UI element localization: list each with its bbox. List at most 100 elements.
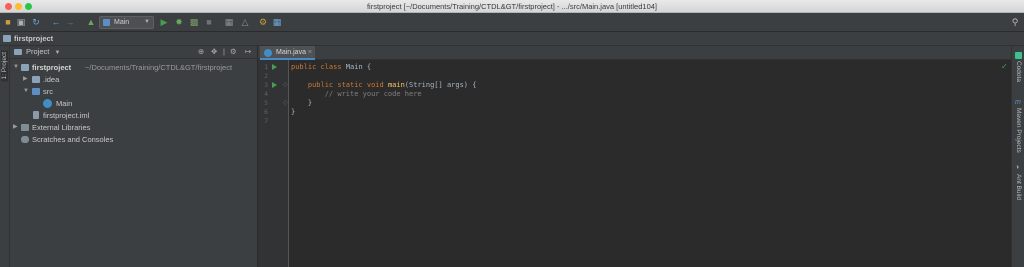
tree-item-main[interactable]: Main: [10, 98, 258, 109]
folder-icon: [32, 76, 40, 83]
tree-item-label: .idea: [43, 75, 60, 84]
project-structure-icon[interactable]: ⚙: [258, 17, 268, 27]
breadcrumb[interactable]: firstproject: [14, 34, 53, 43]
module-folder-icon: [21, 64, 29, 71]
java-class-icon: [43, 99, 52, 108]
inspection-ok-icon[interactable]: ✓: [1001, 62, 1008, 71]
project-view-icon: [14, 49, 22, 55]
tree-item-label: Main: [56, 99, 73, 108]
tree-item-src[interactable]: ▼ src: [10, 86, 258, 97]
fold-icon[interactable]: ◇: [283, 81, 288, 88]
line-number: 6: [264, 108, 268, 116]
zoom-window-icon[interactable]: [25, 3, 32, 10]
java-class-icon: [103, 19, 110, 26]
hide-icon[interactable]: ↦: [245, 46, 251, 58]
collapse-icon[interactable]: ✥: [211, 46, 217, 58]
tree-item-scratches[interactable]: Scratches and Consoles: [10, 134, 258, 145]
title-bar: firstproject [~/Documents/Training/CTDL&…: [0, 0, 1024, 13]
tree-item-label: src: [43, 87, 53, 96]
save-icon[interactable]: ▣: [16, 17, 26, 27]
coverage-icon[interactable]: ▩: [189, 17, 199, 27]
close-icon[interactable]: ×: [308, 46, 312, 59]
project-panel: Project ▼ ⊕ ✥ | ⚙ ↦ ▼ firstproject ~/Doc…: [10, 46, 258, 267]
java-class-icon: [264, 49, 272, 57]
code-line[interactable]: public class Main {: [291, 63, 371, 72]
collapsed-arrow-icon[interactable]: ▶: [13, 122, 19, 133]
forward-icon[interactable]: →: [65, 17, 75, 27]
code-comment[interactable]: // write your code here: [291, 90, 422, 99]
run-gutter-icon[interactable]: [272, 64, 277, 70]
line-number: 4: [264, 90, 268, 98]
divider: |: [223, 47, 225, 56]
search-everywhere-icon[interactable]: ⚲: [1010, 17, 1020, 27]
update-icon[interactable]: △: [240, 17, 250, 27]
tree-root-name: firstproject: [32, 63, 72, 72]
tree-item-idea[interactable]: ▶ .idea: [10, 74, 258, 85]
expanded-arrow-icon[interactable]: ▼: [23, 86, 29, 97]
minimize-window-icon[interactable]: [15, 3, 22, 10]
main-toolbar: ■ ▣ ↻ ← → ▲ Main ▼ ▶ ✸ ▩ ■ ▦ △ ⚙ ▦ ⚲: [0, 13, 1024, 32]
tool-window-project[interactable]: 1: Project: [1, 50, 8, 82]
chevron-down-icon: ▼: [144, 19, 150, 25]
scratches-icon: [21, 136, 29, 143]
close-window-icon[interactable]: [5, 3, 12, 10]
run-gutter-icon[interactable]: [272, 82, 277, 88]
stop-icon[interactable]: ■: [204, 17, 214, 27]
build-icon[interactable]: ▲: [86, 17, 96, 27]
sdk-icon[interactable]: ▦: [272, 17, 282, 27]
navigation-bar: firstproject: [0, 32, 1024, 46]
line-number: 7: [264, 117, 268, 125]
code-line[interactable]: }: [291, 108, 295, 117]
folder-icon: [3, 35, 11, 42]
code-keyword: public static void: [291, 81, 388, 89]
tree-item-label: firstproject.iml: [43, 111, 90, 120]
open-folder-icon[interactable]: ■: [3, 17, 13, 27]
line-number: 5: [264, 99, 268, 107]
run-configuration-label: Main: [114, 19, 130, 26]
library-icon: [21, 124, 29, 131]
tree-item-iml[interactable]: firstproject.iml: [10, 110, 258, 121]
code-line[interactable]: public static void main(String[] args) {: [291, 81, 477, 90]
code-keyword: public class: [291, 63, 346, 71]
locate-icon[interactable]: ⊕: [198, 46, 204, 58]
tree-item-external-libraries[interactable]: ▶ External Libraries: [10, 122, 258, 133]
line-number: 1: [264, 63, 268, 71]
code-method: main: [387, 81, 405, 89]
right-tool-strip: Codota m Maven Projects ◑ Ant Build: [1011, 46, 1024, 267]
tree-item-root[interactable]: ▼ firstproject ~/Documents/Training/CTDL…: [10, 62, 258, 73]
tree-root-path: ~/Documents/Training/CTDL&GT/firstprojec…: [85, 63, 233, 72]
editor-gutter: 1 2 3 4 5 6 7 ◇ ◇: [258, 60, 289, 267]
code-text: {: [362, 63, 372, 71]
project-view-select[interactable]: Project: [26, 47, 49, 56]
back-icon[interactable]: ←: [51, 17, 61, 27]
ant-icon: ◑: [1015, 164, 1020, 171]
tool-window-codota[interactable]: Codota: [1015, 61, 1022, 82]
tree-item-label: Scratches and Consoles: [32, 135, 114, 144]
source-folder-icon: [32, 88, 40, 95]
ide-window: firstproject [~/Documents/Training/CTDL&…: [0, 0, 1024, 267]
chevron-down-icon[interactable]: ▼: [54, 50, 60, 56]
codota-icon: [1015, 52, 1022, 59]
expanded-arrow-icon[interactable]: ▼: [13, 62, 19, 73]
editor-tab-bar: Main.java ×: [258, 46, 1011, 60]
project-panel-header: Project ▼ ⊕ ✥ | ⚙ ↦: [10, 46, 258, 59]
gear-icon[interactable]: ⚙: [230, 46, 237, 58]
tab-main-java[interactable]: Main.java ×: [260, 46, 315, 60]
code-identifier: Main: [345, 63, 363, 71]
sync-icon[interactable]: ↻: [31, 17, 41, 27]
fold-icon[interactable]: ◇: [283, 99, 288, 106]
line-number: 3: [264, 81, 268, 89]
tool-window-ant-build[interactable]: Ant Build: [1015, 174, 1022, 200]
tool-window-maven[interactable]: Maven Projects: [1015, 108, 1022, 153]
run-icon[interactable]: ▶: [159, 17, 169, 27]
collapsed-arrow-icon[interactable]: ▶: [23, 74, 29, 85]
iml-file-icon: [33, 111, 39, 119]
editor-area: Main.java × 1 2 3 4 5 6 7 ◇ ◇ public cla…: [258, 46, 1011, 267]
tree-item-label: External Libraries: [32, 123, 91, 132]
left-tool-strip: 1: Project: [0, 46, 10, 267]
run-configuration-select[interactable]: Main ▼: [99, 16, 154, 29]
line-number: 2: [264, 72, 268, 80]
debug-icon[interactable]: ✸: [174, 17, 184, 27]
code-line[interactable]: }: [291, 99, 312, 108]
update-running-icon[interactable]: ▦: [224, 17, 234, 27]
